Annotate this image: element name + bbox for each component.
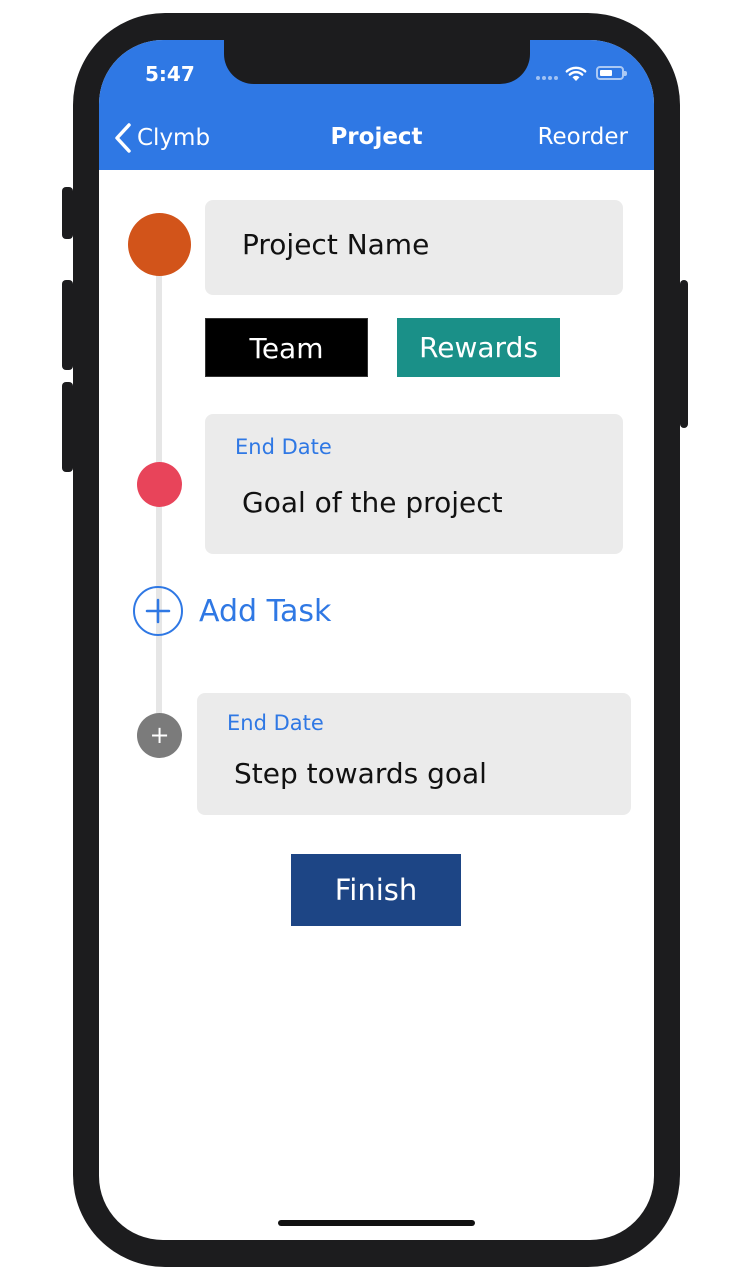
goal-end-date[interactable]: End Date	[235, 435, 332, 459]
project-name-text: Project Name	[242, 228, 430, 261]
rewards-button[interactable]: Rewards	[397, 318, 560, 377]
goal-text: Goal of the project	[242, 486, 503, 519]
screen: 5:47 Clymb Project Reorder Project Name …	[99, 40, 654, 1240]
reorder-button[interactable]: Reorder	[538, 124, 628, 150]
battery-icon	[596, 66, 627, 80]
wifi-icon	[565, 66, 587, 81]
project-dot	[128, 213, 191, 276]
step-end-date[interactable]: End Date	[227, 711, 324, 735]
signal-icon	[536, 76, 558, 80]
project-name-field[interactable]: Project Name	[205, 200, 623, 295]
mute-switch	[62, 187, 73, 239]
step-dot[interactable]: +	[137, 713, 182, 758]
power-button	[680, 280, 688, 428]
home-indicator	[278, 1220, 475, 1226]
volume-up-button	[62, 280, 73, 370]
goal-card[interactable]: End Date Goal of the project	[205, 414, 623, 554]
plus-circle-icon	[133, 586, 183, 636]
plus-icon: +	[149, 721, 170, 749]
navigation-bar: 5:47 Clymb Project Reorder	[99, 40, 654, 170]
finish-button[interactable]: Finish	[291, 854, 461, 926]
add-task-button[interactable]: Add Task	[133, 584, 331, 638]
team-button[interactable]: Team	[205, 318, 368, 377]
add-task-label: Add Task	[199, 593, 332, 629]
step-text: Step towards goal	[234, 757, 487, 790]
status-time: 5:47	[145, 62, 195, 86]
volume-down-button	[62, 382, 73, 472]
notch	[224, 40, 530, 84]
step-card[interactable]: End Date Step towards goal	[197, 693, 631, 815]
goal-dot	[137, 462, 182, 507]
